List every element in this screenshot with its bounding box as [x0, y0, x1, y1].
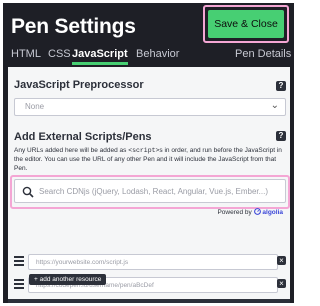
algolia-brand: algolia	[262, 209, 283, 216]
search-icon	[22, 185, 34, 203]
external-scripts-title: Add External Scripts/Pens	[14, 131, 152, 143]
tab-css[interactable]: CSS	[48, 48, 71, 60]
external-scripts-help-icon[interactable]: ?	[276, 131, 286, 141]
chevron-down-icon: ⌄	[270, 100, 279, 111]
preprocessor-title: JavaScript Preprocessor	[14, 79, 144, 91]
tab-behavior[interactable]: Behavior	[136, 48, 179, 60]
panel-bottom-border	[8, 299, 290, 303]
tab-html[interactable]: HTML	[11, 48, 41, 60]
powered-by-algolia: Powered by algolia	[217, 208, 283, 216]
description-code: <script>	[128, 147, 160, 154]
pen-settings-modal: Pen Settings Save & Close HTML CSS JavaS…	[3, 3, 294, 303]
remove-resource-button[interactable]: ×	[277, 279, 286, 288]
tab-pen-details[interactable]: Pen Details	[235, 48, 291, 60]
resource-row: ×	[14, 254, 286, 270]
cdnjs-search-input[interactable]	[39, 185, 283, 198]
drag-handle-icon[interactable]	[14, 279, 25, 291]
preprocessor-help-icon[interactable]: ?	[276, 81, 286, 91]
cdnjs-search-box[interactable]	[14, 179, 286, 203]
preprocessor-select[interactable]: None ⌄	[14, 98, 286, 116]
add-another-resource-button[interactable]: + add another resource	[29, 274, 107, 285]
modal-header: Pen Settings Save & Close HTML CSS JavaS…	[3, 3, 294, 65]
tab-javascript[interactable]: JavaScript	[72, 48, 128, 65]
powered-by-label: Powered by	[217, 209, 252, 216]
save-and-close-button[interactable]: Save & Close	[208, 10, 284, 38]
modal-title: Pen Settings	[11, 15, 136, 38]
drag-handle-icon[interactable]	[14, 256, 25, 268]
resource-url-input[interactable]	[28, 254, 278, 270]
preprocessor-selected-value: None	[25, 102, 45, 111]
remove-resource-button[interactable]: ×	[277, 256, 286, 265]
description-text-1: Any URLs added here will be added as	[14, 147, 129, 154]
external-scripts-description: Any URLs added here will be added as <sc…	[14, 146, 288, 173]
save-button-highlight: Save & Close	[203, 5, 289, 43]
settings-tabs: HTML CSS JavaScript Behavior Pen Details	[3, 48, 294, 65]
javascript-settings-panel: JavaScript Preprocessor ? None ⌄ Add Ext…	[8, 67, 290, 303]
